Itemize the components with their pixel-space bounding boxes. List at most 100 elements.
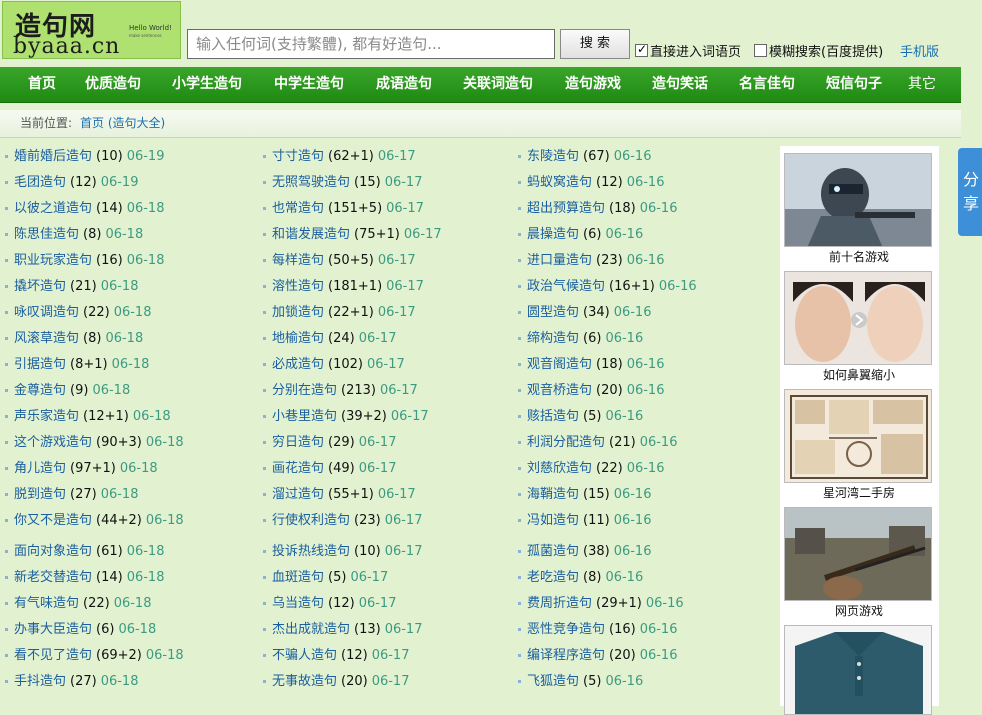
word-link[interactable]: 地榆造句 (272, 331, 324, 346)
nav-item-middle[interactable]: 中学生造句 (274, 67, 344, 102)
direct-checkbox[interactable] (635, 42, 648, 57)
word-link[interactable]: 和谐发展造句 (272, 227, 350, 242)
word-link[interactable]: 利润分配造句 (527, 435, 605, 450)
word-link[interactable]: 老吃造句 (527, 570, 579, 585)
shirt-image[interactable] (784, 625, 932, 715)
word-link[interactable]: 陈思佳造句 (14, 227, 79, 242)
word-link[interactable]: 也常造句 (272, 201, 324, 216)
word-link[interactable]: 声乐家造句 (14, 409, 79, 424)
rifle-image[interactable] (784, 507, 932, 601)
word-link[interactable]: 职业玩家造句 (14, 253, 92, 268)
word-link[interactable]: 晨操造句 (527, 227, 579, 242)
sidebar-caption[interactable]: 星河湾二手房 (784, 485, 934, 501)
search-button[interactable]: 搜 索 (560, 29, 630, 59)
nav-item-games[interactable]: 造句游戏 (565, 67, 621, 102)
mobile-version-link[interactable]: 手机版 (900, 41, 939, 60)
nav-item-jokes[interactable]: 造句笑话 (652, 67, 708, 102)
word-link[interactable]: 引据造句 (14, 357, 66, 372)
word-link[interactable]: 杰出成就造句 (272, 622, 350, 637)
word-link[interactable]: 无照驾驶造句 (272, 175, 350, 190)
word-link[interactable]: 加锁造句 (272, 305, 324, 320)
word-link[interactable]: 海鞘造句 (527, 487, 579, 502)
nav-item-idiom[interactable]: 成语造句 (376, 67, 432, 102)
word-link[interactable]: 你又不是造句 (14, 513, 92, 528)
word-link[interactable]: 脱到造句 (14, 487, 66, 502)
word-link[interactable]: 编译程序造句 (527, 648, 605, 663)
word-link[interactable]: 孤菌造句 (527, 544, 579, 559)
word-link[interactable]: 蚂蚁窝造句 (527, 175, 592, 190)
word-link[interactable]: 有气味造句 (14, 596, 79, 611)
word-link[interactable]: 投诉热线造句 (272, 544, 350, 559)
word-link[interactable]: 风滚草造句 (14, 331, 79, 346)
word-link[interactable]: 金尊造句 (14, 383, 66, 398)
word-link[interactable]: 撬坏造句 (14, 279, 66, 294)
sidebar-item-shirt[interactable] (784, 625, 934, 715)
sidebar-item-game[interactable]: 前十名游戏 (784, 153, 934, 265)
direct-option[interactable]: 直接进入词语页 (635, 41, 741, 60)
word-link[interactable]: 观音阁造句 (527, 357, 592, 372)
word-link[interactable]: 分别在造句 (272, 383, 337, 398)
word-link[interactable]: 溶性造句 (272, 279, 324, 294)
nav-item-quality[interactable]: 优质造句 (85, 67, 141, 102)
word-link[interactable]: 寸寸造句 (272, 149, 324, 164)
breadcrumb-home-link[interactable]: 首页 (造句大全) (80, 110, 165, 137)
sidebar-item-webgame[interactable]: 网页游戏 (784, 507, 934, 619)
word-link[interactable]: 刘慈欣造句 (527, 461, 592, 476)
word-link[interactable]: 毛团造句 (14, 175, 66, 190)
word-link[interactable]: 画花造句 (272, 461, 324, 476)
word-link[interactable]: 每样造句 (272, 253, 324, 268)
floorplan-image[interactable] (784, 389, 932, 483)
nav-item-primary[interactable]: 小学生造句 (172, 67, 242, 102)
faces-image[interactable] (784, 271, 932, 365)
word-link[interactable]: 血斑造句 (272, 570, 324, 585)
word-link[interactable]: 不骗人造句 (272, 648, 337, 663)
word-link[interactable]: 婚前婚后造句 (14, 149, 92, 164)
word-link[interactable]: 小巷里造句 (272, 409, 337, 424)
word-link[interactable]: 面向对象造句 (14, 544, 92, 559)
nav-item-other[interactable]: 其它 (908, 67, 936, 102)
word-link[interactable]: 办事大臣造句 (14, 622, 92, 637)
word-link[interactable]: 咏叹调造句 (14, 305, 79, 320)
sidebar-caption[interactable]: 网页游戏 (784, 603, 934, 619)
word-link[interactable]: 政治气候造句 (527, 279, 605, 294)
share-button[interactable]: 分享 (958, 148, 982, 236)
word-link[interactable]: 圆型造句 (527, 305, 579, 320)
word-link[interactable]: 溜过造句 (272, 487, 324, 502)
nav-item-quotes[interactable]: 名言佳句 (739, 67, 795, 102)
word-link[interactable]: 费周折造句 (527, 596, 592, 611)
nav-item-home[interactable]: 首页 (28, 67, 56, 102)
word-link[interactable]: 行使权利造句 (272, 513, 350, 528)
sidebar-item-nose[interactable]: 如何鼻翼缩小 (784, 271, 934, 383)
word-link[interactable]: 必成造句 (272, 357, 324, 372)
fuzzy-checkbox[interactable] (754, 44, 767, 57)
sidebar-caption[interactable]: 如何鼻翼缩小 (784, 367, 934, 383)
search-input[interactable]: 输入任何词(支持繁體), 都有好造句... (187, 29, 555, 59)
word-link[interactable]: 这个游戏造句 (14, 435, 92, 450)
word-link[interactable]: 冯如造句 (527, 513, 579, 528)
word-link[interactable]: 以彼之道造句 (14, 201, 92, 216)
fuzzy-option[interactable]: 模糊搜索(百度提供) (754, 41, 883, 60)
word-link[interactable]: 穷日造句 (272, 435, 324, 450)
word-link[interactable]: 乌当造句 (272, 596, 324, 611)
sidebar-item-house[interactable]: 星河湾二手房 (784, 389, 934, 501)
word-link[interactable]: 新老交替造句 (14, 570, 92, 585)
sidebar-caption[interactable]: 前十名游戏 (784, 249, 934, 265)
soldier-image[interactable] (784, 153, 932, 247)
sentence-count: (181+1) (328, 279, 383, 294)
word-link[interactable]: 恶性竞争造句 (527, 622, 605, 637)
word-link[interactable]: 超出预算造句 (527, 201, 605, 216)
word-link[interactable]: 手抖造句 (14, 674, 66, 689)
word-link[interactable]: 赅括造句 (527, 409, 579, 424)
word-link[interactable]: 进口量造句 (527, 253, 592, 268)
word-link[interactable]: 观音桥造句 (527, 383, 592, 398)
bullet-icon (5, 519, 8, 522)
word-link[interactable]: 无事故造句 (272, 674, 337, 689)
nav-item-conjunction[interactable]: 关联词造句 (463, 67, 533, 102)
word-link[interactable]: 东陵造句 (527, 149, 579, 164)
word-link[interactable]: 角儿造句 (14, 461, 66, 476)
nav-item-sms[interactable]: 短信句子 (826, 67, 882, 102)
word-link[interactable]: 缔构造句 (527, 331, 579, 346)
word-link[interactable]: 飞狐造句 (527, 674, 579, 689)
site-logo[interactable]: 造句网 byaaa.cn Hello World! make sentences (2, 1, 181, 59)
word-link[interactable]: 看不见了造句 (14, 648, 92, 663)
